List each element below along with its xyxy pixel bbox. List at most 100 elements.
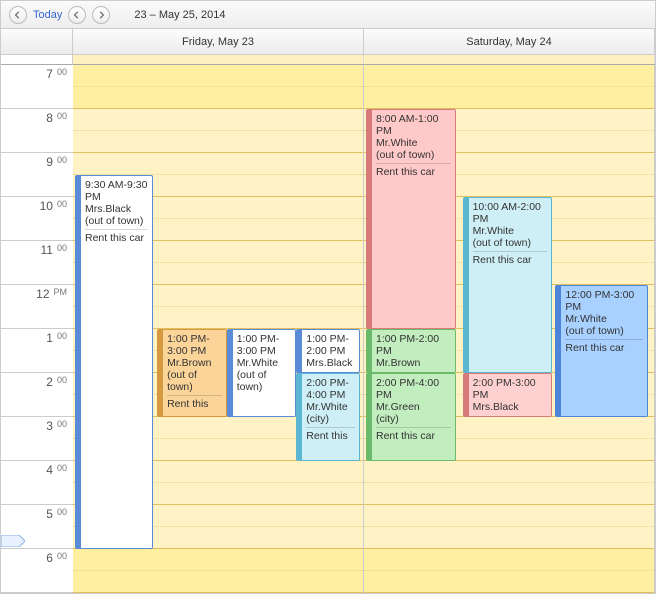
event-person: Mr.White [565, 313, 643, 325]
event-person: Mr.White [473, 225, 548, 237]
event-person: Mr.White [237, 357, 292, 369]
event-time: 2:00 PM-3:00 PM [473, 377, 548, 401]
event-action-link[interactable]: Rent this car [376, 163, 451, 178]
event-person: Mr.Brown [376, 357, 451, 369]
event-action-link[interactable]: Rent this car [376, 427, 451, 442]
event-time: 2:00 PM-4:00 PM [306, 377, 355, 401]
minute-label: 00 [57, 199, 67, 209]
event-person: Mrs.Black [306, 357, 355, 369]
time-slot[interactable] [364, 461, 654, 483]
time-slot[interactable] [73, 131, 363, 153]
allday-col-fri[interactable] [73, 55, 364, 64]
event-person: Mrs.Black [85, 203, 148, 215]
hour-label: 7 [46, 67, 53, 81]
minute-label: 00 [57, 551, 67, 561]
appointment[interactable]: 9:30 AM-9:30 PM Mrs.Black (out of town) … [75, 175, 153, 549]
hour-label: 4 [46, 463, 53, 477]
event-time: 1:00 PM-2:00 PM [376, 333, 451, 357]
today-button[interactable]: Today [33, 9, 62, 21]
time-slot[interactable] [73, 549, 363, 571]
event-location: (out of town) [376, 149, 451, 161]
time-slot[interactable] [73, 87, 363, 109]
hour-label: 10 [40, 199, 53, 213]
calendar-grid: 700 800 900 1000 1100 12PM 100 200 300 4… [1, 65, 655, 593]
event-action-link[interactable]: Rent this [167, 395, 222, 410]
time-slot[interactable] [73, 571, 363, 593]
event-location: (out of town) [237, 369, 292, 393]
hour-label: 2 [46, 375, 53, 389]
minute-label: 00 [57, 375, 67, 385]
prev-button[interactable] [9, 6, 27, 24]
appointment[interactable]: 2:00 PM-3:00 PM Mrs.Black [463, 373, 553, 417]
minute-label: 00 [57, 243, 67, 253]
allday-col-sat[interactable] [364, 55, 655, 64]
hour-label: 9 [46, 155, 53, 169]
chevron-left-icon [14, 11, 22, 19]
time-slot[interactable] [73, 153, 363, 175]
hour-label: 8 [46, 111, 53, 125]
time-slot[interactable] [73, 109, 363, 131]
event-action-link[interactable]: Rent this car [565, 339, 643, 354]
minute-label: 00 [57, 463, 67, 473]
event-time: 1:00 PM-2:00 PM [306, 333, 355, 357]
event-time: 10:00 AM-2:00 PM [473, 201, 548, 225]
appointment[interactable]: 2:00 PM-4:00 PM Mr.Green (city) Rent thi… [366, 373, 456, 461]
appointment[interactable]: 1:00 PM-2:00 PM Mrs.Black [296, 329, 360, 373]
event-time: 8:00 AM-1:00 PM [376, 113, 451, 137]
appointment[interactable]: 8:00 AM-1:00 PM Mr.White (out of town) R… [366, 109, 456, 329]
minute-label: 00 [57, 111, 67, 121]
event-time: 1:00 PM-3:00 PM [237, 333, 292, 357]
time-slot[interactable] [364, 505, 654, 527]
minute-label: 00 [57, 331, 67, 341]
minute-label: 00 [57, 419, 67, 429]
event-location: (out of town) [473, 237, 548, 249]
time-slot[interactable] [364, 549, 654, 571]
minute-label: PM [54, 287, 68, 297]
appointment[interactable]: 10:00 AM-2:00 PM Mr.White (out of town) … [463, 197, 553, 373]
event-time: 2:00 PM-4:00 PM [376, 377, 451, 401]
event-location: (city) [306, 413, 355, 425]
allday-gutter [1, 55, 73, 64]
chevron-right-icon [97, 11, 105, 19]
date-range-label: 23 – May 25, 2014 [134, 9, 225, 21]
next-button[interactable] [92, 6, 110, 24]
appointment[interactable]: 1:00 PM-3:00 PM Mr.Brown (out of town) R… [157, 329, 227, 417]
minute-label: 00 [57, 507, 67, 517]
event-time: 1:00 PM-3:00 PM [167, 333, 222, 357]
event-location: (out of town) [85, 215, 148, 227]
minute-label: 00 [57, 155, 67, 165]
appointment[interactable]: 1:00 PM-2:00 PM Mr.Brown [366, 329, 456, 373]
hour-label: 6 [46, 551, 53, 565]
event-time: 12:00 PM-3:00 PM [565, 289, 643, 313]
appointment[interactable]: 2:00 PM-4:00 PM Mr.White (city) Rent thi… [296, 373, 360, 461]
day-column-friday[interactable]: 9:30 AM-9:30 PM Mrs.Black (out of town) … [73, 65, 364, 593]
day-column-saturday[interactable]: 8:00 AM-1:00 PM Mr.White (out of town) R… [364, 65, 655, 593]
day-header-saturday[interactable]: Saturday, May 24 [364, 29, 655, 54]
event-person: Mr.White [306, 401, 355, 413]
event-time: 9:30 AM-9:30 PM [85, 179, 148, 203]
day-header-friday[interactable]: Friday, May 23 [73, 29, 364, 54]
event-location: (out of town) [167, 369, 222, 393]
time-slot[interactable] [364, 87, 654, 109]
day-header-row: Friday, May 23 Saturday, May 24 [1, 29, 655, 55]
event-action-link[interactable]: Rent this car [473, 251, 548, 266]
time-slot[interactable] [73, 65, 363, 87]
next-inner-button[interactable] [68, 6, 86, 24]
event-action-link[interactable]: Rent this car [85, 229, 148, 244]
minute-label: 00 [57, 67, 67, 77]
hour-label: 11 [41, 243, 53, 257]
appointment[interactable]: 1:00 PM-3:00 PM Mr.White (out of town) [227, 329, 297, 417]
event-person: Mrs.Black [473, 401, 548, 413]
time-slot[interactable] [364, 527, 654, 549]
header-gutter [1, 29, 73, 54]
time-slot[interactable] [364, 571, 654, 593]
hour-label: 5 [46, 507, 53, 521]
time-slot[interactable] [364, 65, 654, 87]
time-gutter: 700 800 900 1000 1100 12PM 100 200 300 4… [1, 65, 73, 593]
event-person: Mr.Brown [167, 357, 222, 369]
appointment[interactable]: 12:00 PM-3:00 PM Mr.White (out of town) … [555, 285, 648, 417]
hour-label: 12 [36, 287, 49, 301]
time-slot[interactable] [364, 483, 654, 505]
event-action-link[interactable]: Rent this [306, 427, 355, 442]
event-location: (city) [376, 413, 451, 425]
